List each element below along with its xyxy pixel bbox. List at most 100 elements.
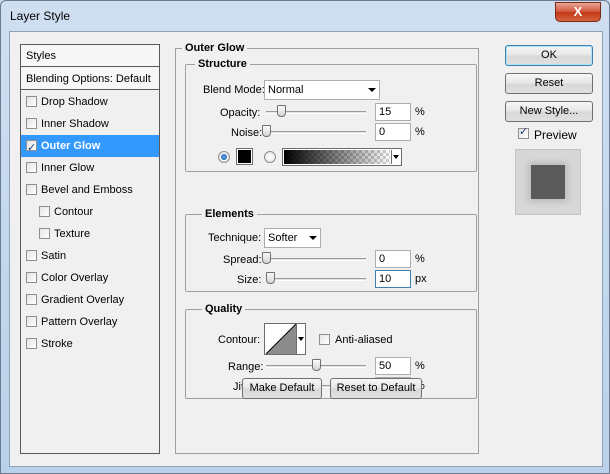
blend-mode-select[interactable]: Normal [264, 80, 380, 100]
sidebar-item-gradient-overlay[interactable]: Gradient Overlay [21, 289, 159, 311]
sidebar-item-pattern-overlay[interactable]: Pattern Overlay [21, 311, 159, 333]
window-title: Layer Style [10, 9, 71, 23]
sidebar-item-checkbox[interactable] [26, 272, 37, 283]
preview-checkbox[interactable] [518, 125, 529, 139]
ok-button[interactable]: OK [505, 45, 593, 66]
contour-label: Contour: [218, 334, 261, 346]
opacity-input[interactable]: 15 [375, 103, 411, 121]
sidebar-item-label: Bevel and Emboss [41, 184, 133, 196]
quality-title: Quality [202, 303, 246, 315]
spread-label: Spread: [223, 254, 262, 266]
opacity-label: Opacity: [220, 107, 261, 119]
noise-input[interactable]: 0 [375, 123, 411, 141]
noise-label: Noise: [231, 127, 263, 139]
sidebar-item-inner-glow[interactable]: Inner Glow [21, 157, 159, 179]
sidebar-item-bevel-and-emboss[interactable]: Bevel and Emboss [21, 179, 159, 201]
sidebar-item-checkbox[interactable] [26, 96, 37, 107]
elements-title: Elements [202, 208, 257, 220]
sidebar-item-checkbox[interactable] [26, 316, 37, 327]
layer-style-dialog: Layer Style X Styles Blending Options: D… [0, 0, 610, 474]
sidebar-item-outer-glow[interactable]: Outer Glow [21, 135, 159, 159]
noise-slider-thumb[interactable] [262, 125, 271, 137]
opacity-slider-thumb[interactable] [277, 105, 286, 117]
reset-to-default-button[interactable]: Reset to Default [330, 378, 422, 399]
sidebar-item-satin[interactable]: Satin [21, 245, 159, 267]
sidebar-item-label: Pattern Overlay [41, 316, 118, 328]
blend-mode-value: Normal [268, 84, 304, 96]
sidebar-item-checkbox[interactable] [26, 184, 37, 195]
size-slider-track[interactable] [266, 278, 366, 281]
technique-select[interactable]: Softer [264, 228, 321, 248]
sidebar-item-checkbox[interactable] [26, 294, 37, 305]
contour-picker[interactable] [264, 323, 306, 355]
range-unit: % [415, 360, 425, 372]
chevron-down-icon [368, 88, 376, 92]
noise-slider-track[interactable] [266, 131, 366, 134]
size-slider-thumb[interactable] [266, 272, 275, 284]
technique-value: Softer [268, 232, 298, 244]
contour-linear-icon [266, 324, 296, 354]
glow-color-swatch[interactable] [236, 148, 253, 165]
sidebar-item-stroke[interactable]: Stroke [21, 333, 159, 355]
sidebar-item-label: Texture [54, 228, 91, 240]
range-slider-thumb[interactable] [312, 359, 321, 371]
spread-unit: % [415, 253, 425, 265]
opacity-unit: % [415, 106, 425, 118]
reset-button[interactable]: Reset [505, 73, 593, 94]
sidebar-item-label: Drop Shadow [41, 96, 108, 108]
sidebar-item-inner-shadow[interactable]: Inner Shadow [21, 113, 159, 135]
sidebar-item-checkbox[interactable] [39, 206, 50, 217]
size-label: Size: [237, 274, 262, 286]
new-style-button[interactable]: New Style... [505, 101, 593, 122]
styles-header[interactable]: Styles [21, 45, 159, 67]
sidebar-item-contour[interactable]: Contour [21, 201, 159, 223]
noise-unit: % [415, 126, 425, 138]
sidebar-item-checkbox[interactable] [26, 137, 37, 159]
sidebar-item-checkbox[interactable] [26, 338, 37, 349]
blend-mode-label: Blend Mode: [203, 84, 265, 96]
structure-group: Structure Blend Mode: Normal Opacity: 15… [185, 58, 477, 172]
contour-dropdown-button[interactable] [296, 324, 305, 354]
size-input[interactable]: 10 [375, 270, 411, 288]
spread-slider-track[interactable] [266, 258, 366, 261]
preview-square [531, 165, 565, 199]
spread-input[interactable]: 0 [375, 250, 411, 268]
styles-list: Styles Blending Options: Default Drop Sh… [20, 44, 160, 454]
sidebar-item-label: Satin [41, 250, 67, 262]
solid-color-radio[interactable] [218, 151, 230, 163]
preview-thumbnail [515, 149, 581, 215]
sidebar-item-checkbox[interactable] [39, 228, 50, 239]
sidebar-item-checkbox[interactable] [26, 250, 37, 261]
make-default-button[interactable]: Make Default [242, 378, 322, 399]
preview-label[interactable]: Preview [534, 128, 577, 142]
gradient-picker[interactable] [282, 148, 402, 166]
range-input[interactable]: 50 [375, 357, 411, 375]
glow-color-fill [238, 150, 251, 163]
gradient-dropdown-button[interactable] [391, 150, 400, 164]
blending-options-item[interactable]: Blending Options: Default [21, 68, 159, 90]
size-unit: px [415, 273, 427, 285]
sidebar-item-checkbox[interactable] [26, 162, 37, 173]
chevron-down-icon [393, 155, 399, 159]
sidebar-item-color-overlay[interactable]: Color Overlay [21, 267, 159, 289]
title-bar[interactable]: Layer Style X [1, 1, 609, 31]
chevron-down-icon [309, 236, 317, 240]
sidebar-item-label: Color Overlay [41, 272, 109, 284]
gradient-preview [284, 150, 390, 164]
anti-aliased-checkbox[interactable] [319, 334, 330, 345]
sidebar-item-drop-shadow[interactable]: Drop Shadow [21, 91, 159, 113]
gradient-radio[interactable] [264, 151, 276, 163]
technique-label: Technique: [208, 232, 262, 244]
spread-slider-thumb[interactable] [262, 252, 271, 264]
dialog-client-area: Styles Blending Options: Default Drop Sh… [9, 31, 603, 467]
anti-aliased-label[interactable]: Anti-aliased [335, 334, 392, 346]
sidebar-item-label: Contour [54, 206, 94, 218]
close-button[interactable]: X [555, 2, 601, 22]
structure-title: Structure [195, 58, 250, 70]
sidebar-item-label: Stroke [41, 338, 73, 350]
range-label: Range: [228, 361, 264, 373]
sidebar-item-checkbox[interactable] [26, 118, 37, 129]
sidebar-item-texture[interactable]: Texture [21, 223, 159, 245]
elements-group: Elements Technique: Softer Spread: 0 % S… [185, 208, 477, 292]
outer-glow-panel: Outer Glow Structure Blend Mode: Normal … [175, 42, 479, 454]
